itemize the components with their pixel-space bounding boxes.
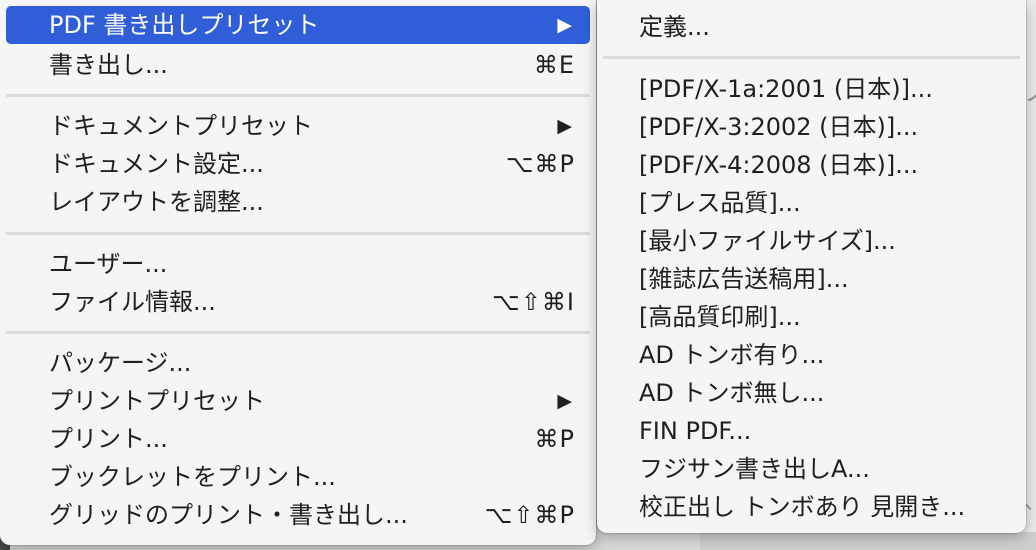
menu-separator	[6, 331, 590, 334]
menu-item-label: 書き出し...	[49, 51, 168, 79]
menu-item-label: ドキュメント設定...	[49, 150, 264, 178]
menu-item-pdf-export-presets[interactable]: PDF 書き出しプリセット ▶	[6, 6, 590, 44]
menu-item-shortcut: ⌘E	[533, 51, 575, 79]
menu-item-shortcut: ⌥⇧⌘I	[492, 288, 575, 316]
menu-item-user[interactable]: ユーザー...	[6, 245, 590, 283]
menu-item-label: プリント...	[49, 425, 168, 453]
menu-item-label: ユーザー...	[49, 250, 168, 278]
menu-item-print-presets[interactable]: プリントプリセット ▶	[6, 382, 590, 420]
submenu-item-preset[interactable]: [PDF/X-4:2008 (日本)]...	[603, 146, 1020, 184]
menu-item-package[interactable]: パッケージ...	[6, 344, 590, 382]
submenu-item-define[interactable]: 定義...	[603, 8, 1020, 46]
submenu-item-preset[interactable]: [最小ファイルサイズ]...	[603, 222, 1020, 260]
menu-item-label: パッケージ...	[49, 349, 192, 377]
submenu-item-label: [高品質印刷]...	[639, 303, 801, 331]
submenu-item-label: [PDF/X-3:2002 (日本)]...	[639, 113, 919, 141]
submenu-item-label: [プレス品質]...	[639, 189, 801, 217]
submenu-arrow-icon: ▶	[557, 115, 572, 137]
submenu-item-label: 校正出し トンボあり 見開き...	[639, 493, 966, 521]
menu-item-label: ドキュメントプリセット	[49, 112, 313, 140]
menu-separator	[6, 232, 590, 235]
submenu-item-preset[interactable]: フジサン書き出しA...	[603, 450, 1020, 488]
submenu-item-label: AD トンボ有り...	[639, 341, 825, 369]
menu-item-label: ファイル情報...	[49, 288, 216, 316]
submenu-item-preset[interactable]: [PDF/X-1a:2001 (日本)]...	[603, 70, 1020, 108]
submenu-item-preset[interactable]: FIN PDF...	[603, 412, 1020, 450]
submenu-item-label: フジサン書き出しA...	[639, 455, 870, 483]
submenu-arrow-icon: ▶	[557, 390, 572, 412]
submenu-item-preset[interactable]: AD トンボ有り...	[603, 336, 1020, 374]
submenu-item-label: FIN PDF...	[639, 417, 752, 445]
file-menu: PDF 書き出しプリセット ▶ 書き出し... ⌘E ドキュメントプリセット ▶…	[0, 0, 596, 545]
menu-item-shortcut: ⌥⇧⌘P	[484, 501, 575, 529]
menu-item-file-info[interactable]: ファイル情報... ⌥⇧⌘I	[6, 283, 590, 321]
submenu-separator	[603, 56, 1020, 59]
menu-item-document-presets[interactable]: ドキュメントプリセット ▶	[6, 107, 590, 145]
menu-item-label: ブックレットをプリント...	[49, 463, 336, 491]
menu-item-label: レイアウトを調整...	[49, 188, 264, 216]
submenu-item-preset[interactable]: [プレス品質]...	[603, 184, 1020, 222]
menu-item-document-setup[interactable]: ドキュメント設定... ⌥⌘P	[6, 145, 590, 183]
submenu-item-label: [雑誌広告送稿用]...	[639, 265, 849, 293]
menu-item-shortcut: ⌥⌘P	[505, 150, 575, 178]
submenu-arrow-icon: ▶	[557, 14, 572, 36]
menu-item-shortcut: ⌘P	[534, 425, 575, 453]
menu-separator	[6, 94, 590, 97]
submenu-item-label: [PDF/X-4:2008 (日本)]...	[639, 151, 919, 179]
submenu-item-label: 定義...	[639, 13, 710, 41]
menu-item-label: プリントプリセット	[49, 387, 265, 415]
menu-item-export[interactable]: 書き出し... ⌘E	[6, 46, 590, 84]
menu-item-label: PDF 書き出しプリセット	[49, 11, 320, 39]
submenu-item-preset[interactable]: [PDF/X-3:2002 (日本)]...	[603, 108, 1020, 146]
submenu-item-label: [PDF/X-1a:2001 (日本)]...	[639, 75, 933, 103]
menu-item-adjust-layout[interactable]: レイアウトを調整...	[6, 183, 590, 221]
menu-item-print-booklet[interactable]: ブックレットをプリント...	[6, 458, 590, 496]
submenu-item-preset[interactable]: [高品質印刷]...	[603, 298, 1020, 336]
submenu-item-preset[interactable]: [雑誌広告送稿用]...	[603, 260, 1020, 298]
submenu-item-preset[interactable]: 校正出し トンボあり 見開き...	[603, 488, 1020, 526]
menu-item-grid-print-export[interactable]: グリッドのプリント・書き出し... ⌥⇧⌘P	[6, 496, 590, 534]
submenu-item-preset[interactable]: AD トンボ無し...	[603, 374, 1020, 412]
submenu-item-label: AD トンボ無し...	[639, 379, 825, 407]
submenu-item-label: [最小ファイルサイズ]...	[639, 227, 896, 255]
background-window-strip	[700, 532, 1036, 550]
menu-item-print[interactable]: プリント... ⌘P	[6, 420, 590, 458]
pdf-export-presets-submenu: 定義... [PDF/X-1a:2001 (日本)]... [PDF/X-3:2…	[597, 0, 1026, 533]
menu-item-label: グリッドのプリント・書き出し...	[49, 501, 408, 529]
